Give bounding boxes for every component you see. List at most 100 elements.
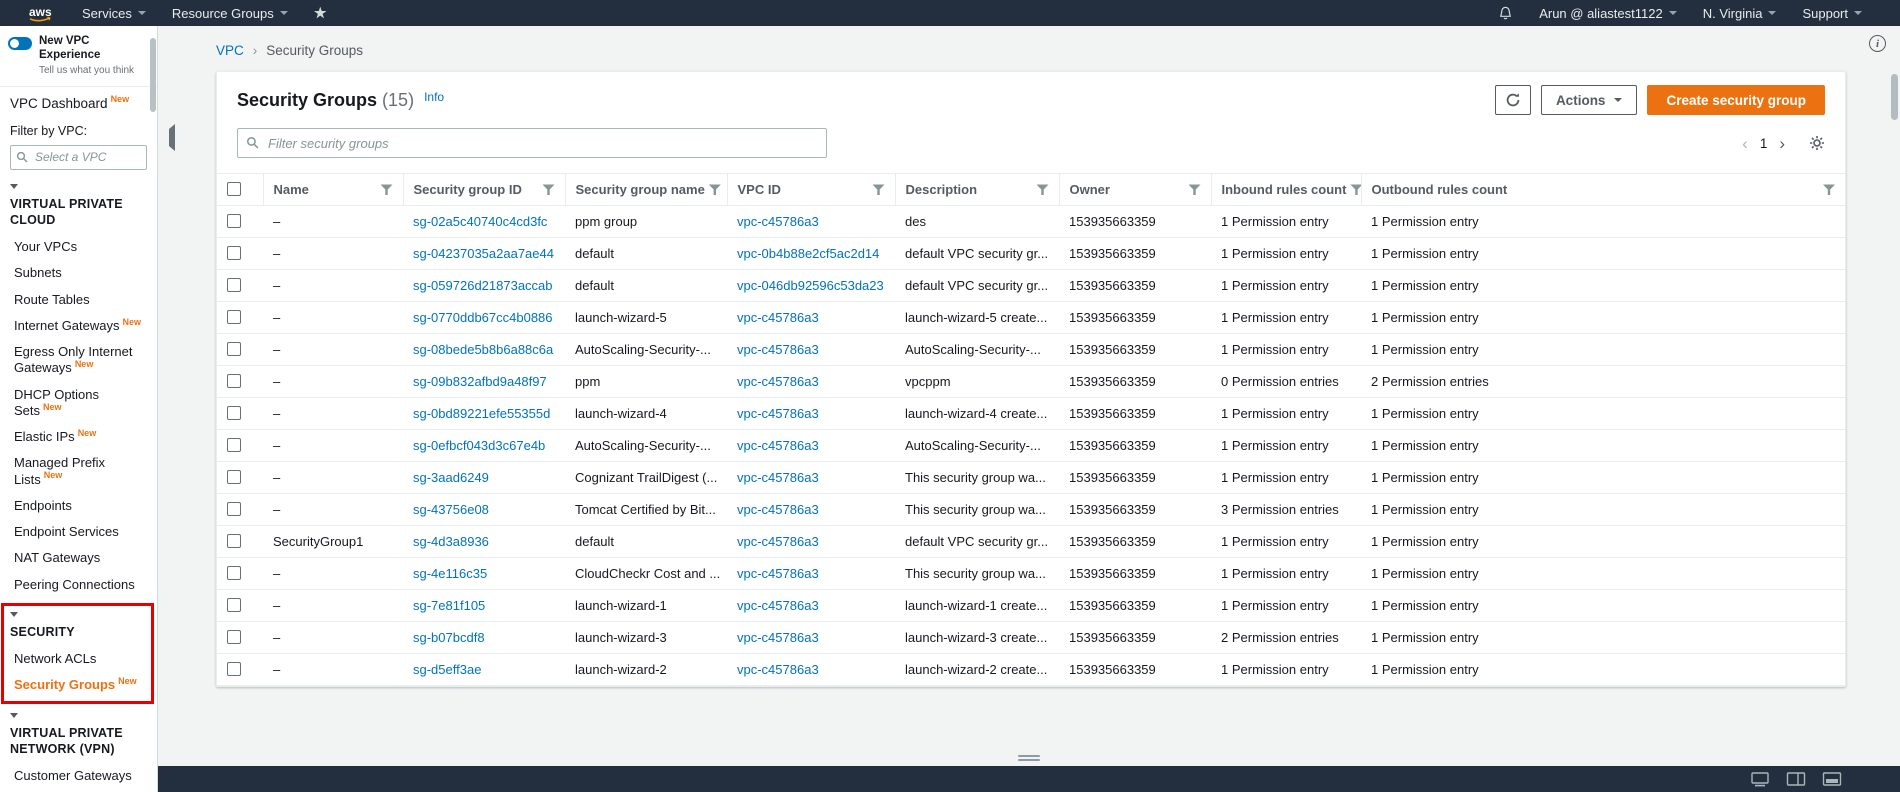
row-checkbox[interactable] [227, 630, 241, 644]
nav-services-menu[interactable]: Services [70, 0, 158, 26]
nav-account-menu[interactable]: Arun @ aliastest1122 [1527, 0, 1689, 26]
column-header[interactable]: Outbound rules count [1360, 173, 1845, 206]
nav-region-menu[interactable]: N. Virginia [1691, 0, 1789, 26]
row-checkbox[interactable] [227, 406, 241, 420]
display-option-fullscreen-icon[interactable] [1822, 771, 1842, 787]
vpc-id-link[interactable]: vpc-c45786a3 [737, 310, 819, 325]
vpc-select-input[interactable] [10, 144, 147, 170]
security-group-id-link[interactable]: sg-4d3a8936 [413, 534, 489, 549]
table-row[interactable]: – sg-0efbcf043d3c67e4b AutoScaling-Secur… [217, 429, 1845, 462]
column-filter-icon[interactable] [872, 184, 885, 196]
row-checkbox[interactable] [227, 566, 241, 580]
table-row[interactable]: – sg-04237035a2aa7ae44 default vpc-0b4b8… [217, 237, 1845, 270]
nav-resource-groups-menu[interactable]: Resource Groups [160, 0, 300, 26]
info-link[interactable]: Info [424, 90, 444, 104]
row-checkbox[interactable] [227, 214, 241, 228]
vpc-id-link[interactable]: vpc-c45786a3 [737, 214, 819, 229]
sidebar-item[interactable]: Egress Only Internet Gateways New [10, 339, 147, 382]
row-checkbox[interactable] [227, 534, 241, 548]
row-checkbox[interactable] [227, 374, 241, 388]
table-row[interactable]: – sg-7e81f105 launch-wizard-1 vpc-c45786… [217, 589, 1845, 622]
row-checkbox[interactable] [227, 502, 241, 516]
sidebar-item[interactable]: Endpoints [10, 493, 147, 519]
table-row[interactable]: – sg-d5eff3ae launch-wizard-2 vpc-c45786… [217, 653, 1845, 686]
security-group-id-link[interactable]: sg-0efbcf043d3c67e4b [413, 438, 545, 453]
vpc-id-link[interactable]: vpc-c45786a3 [737, 598, 819, 613]
row-checkbox[interactable] [227, 470, 241, 484]
table-row[interactable]: – sg-4e116c35 CloudCheckr Cost and ... v… [217, 557, 1845, 590]
row-checkbox[interactable] [227, 598, 241, 612]
table-row[interactable]: – sg-02a5c40740c4cd3fc ppm group vpc-c45… [217, 205, 1845, 238]
filter-security-groups-input[interactable] [237, 128, 827, 158]
row-checkbox[interactable] [227, 278, 241, 292]
sidebar-item[interactable]: Managed Prefix Lists New [10, 450, 147, 493]
column-filter-icon[interactable] [1350, 184, 1361, 196]
security-group-id-link[interactable]: sg-04237035a2aa7ae44 [413, 246, 554, 261]
security-group-id-link[interactable]: sg-43756e08 [413, 502, 489, 517]
table-row[interactable]: – sg-3aad6249 Cognizant TrailDigest (...… [217, 461, 1845, 494]
create-security-group-button[interactable]: Create security group [1647, 85, 1825, 115]
security-group-id-link[interactable]: sg-b07bcdf8 [413, 630, 485, 645]
refresh-button[interactable] [1494, 85, 1531, 115]
vpc-id-link[interactable]: vpc-c45786a3 [737, 534, 819, 549]
column-filter-icon[interactable] [708, 184, 721, 196]
help-panel-info-icon[interactable]: i [1869, 35, 1886, 52]
vpc-id-link[interactable]: vpc-046db92596c53da23 [737, 278, 884, 293]
table-row[interactable]: – sg-0770ddb67cc4b0886 launch-wizard-5 v… [217, 301, 1845, 334]
vpc-id-link[interactable]: vpc-c45786a3 [737, 630, 819, 645]
security-group-id-link[interactable]: sg-d5eff3ae [413, 662, 481, 677]
table-row[interactable]: – sg-09b832afbd9a48f97 ppm vpc-c45786a3 … [217, 365, 1845, 398]
security-group-id-link[interactable]: sg-02a5c40740c4cd3fc [413, 214, 547, 229]
table-row[interactable]: SecurityGroup1 sg-4d3a8936 default vpc-c… [217, 525, 1845, 558]
column-header[interactable]: Description [894, 173, 1059, 206]
sidebar-item[interactable]: Endpoint Services [10, 519, 147, 545]
sidebar-item[interactable]: Network ACLs [10, 646, 147, 672]
row-checkbox[interactable] [227, 246, 241, 260]
section-collapse-icon[interactable] [10, 611, 18, 617]
section-collapse-icon[interactable] [10, 712, 18, 718]
sidebar-item[interactable]: Peering Connections [10, 572, 147, 598]
table-row[interactable]: – sg-059726d21873accab default vpc-046db… [217, 269, 1845, 302]
page-scrollbar-thumb[interactable] [1891, 74, 1898, 120]
notifications-button[interactable] [1486, 0, 1525, 26]
column-header[interactable]: Inbound rules count [1210, 173, 1361, 206]
breadcrumb-vpc-link[interactable]: VPC [216, 43, 244, 58]
nav-support-menu[interactable]: Support [1790, 0, 1874, 26]
select-all-checkbox[interactable] [227, 182, 241, 196]
display-option-split-icon[interactable] [1786, 771, 1806, 787]
column-header[interactable]: Name [262, 173, 403, 206]
actions-dropdown-button[interactable]: Actions [1540, 85, 1638, 115]
sidebar-item[interactable]: Elastic IPs New [10, 424, 147, 450]
display-option-laptop-icon[interactable] [1750, 771, 1770, 787]
sidebar-item[interactable]: Route Tables [10, 287, 147, 313]
column-header[interactable]: VPC ID [726, 173, 895, 206]
column-filter-icon[interactable] [542, 184, 555, 196]
column-header[interactable]: Security group ID [402, 173, 565, 206]
pagination-prev-button[interactable]: ‹ [1736, 135, 1754, 152]
sidebar-item[interactable]: NAT Gateways [10, 545, 147, 571]
table-row[interactable]: – sg-0bd89221efe55355d launch-wizard-4 v… [217, 397, 1845, 430]
sidebar-scrollbar-thumb[interactable] [150, 38, 156, 112]
sidebar-item[interactable]: Customer Gateways [10, 763, 147, 789]
pin-shortcut-button[interactable] [302, 0, 339, 26]
vpc-id-link[interactable]: vpc-c45786a3 [737, 502, 819, 517]
security-group-id-link[interactable]: sg-0bd89221efe55355d [413, 406, 550, 421]
column-filter-icon[interactable] [380, 184, 393, 196]
table-row[interactable]: – sg-08bede5b8b6a88c6a AutoScaling-Secur… [217, 333, 1845, 366]
vpc-id-link[interactable]: vpc-c45786a3 [737, 662, 819, 677]
split-panel-drag-handle[interactable] [1016, 753, 1042, 763]
sidebar-item[interactable]: Subnets [10, 260, 147, 286]
column-filter-icon[interactable] [1036, 184, 1049, 196]
table-settings-button[interactable] [1809, 135, 1825, 151]
vpc-id-link[interactable]: vpc-c45786a3 [737, 438, 819, 453]
sidebar-item-vpc-dashboard[interactable]: VPC Dashboard New [0, 87, 157, 111]
security-group-id-link[interactable]: sg-08bede5b8b6a88c6a [413, 342, 553, 357]
column-header[interactable]: Security group name [564, 173, 727, 206]
sidebar-item[interactable]: Your VPCs [10, 234, 147, 260]
security-group-id-link[interactable]: sg-0770ddb67cc4b0886 [413, 310, 553, 325]
row-checkbox[interactable] [227, 438, 241, 452]
security-group-id-link[interactable]: sg-3aad6249 [413, 470, 489, 485]
vpc-id-link[interactable]: vpc-c45786a3 [737, 406, 819, 421]
sidebar-item[interactable]: Security Groups New [10, 672, 147, 698]
aws-logo[interactable]: aws [14, 0, 68, 26]
